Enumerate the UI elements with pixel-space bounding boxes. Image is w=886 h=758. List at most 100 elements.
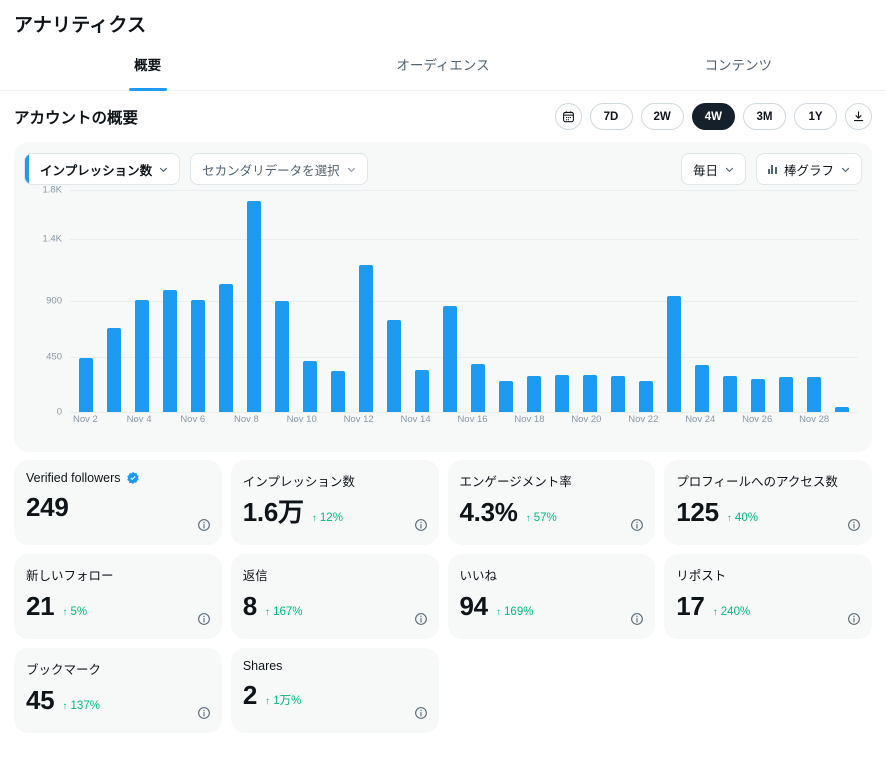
metric-card-spacer xyxy=(664,648,872,733)
tab-content[interactable]: コンテンツ xyxy=(591,49,886,90)
info-icon[interactable] xyxy=(197,518,211,532)
metric-card[interactable]: インプレッション数 1.6万 ↑ 12% xyxy=(230,460,439,545)
metric-card[interactable]: いいね 94 ↑ 169% xyxy=(447,554,656,639)
metric-card[interactable]: リポスト 17 ↑ 240% xyxy=(664,554,872,639)
download-icon[interactable] xyxy=(845,103,872,130)
metric-card-spacer xyxy=(448,648,656,733)
chart-bar[interactable] xyxy=(527,376,541,412)
info-icon[interactable] xyxy=(414,518,428,532)
info-icon[interactable] xyxy=(197,612,211,626)
metric-card[interactable]: 新しいフォロー 21 ↑ 5% xyxy=(14,554,222,639)
info-icon[interactable] xyxy=(630,612,644,626)
chart-bar[interactable] xyxy=(835,407,849,412)
secondary-metric-label: セカンダリデータを選択 xyxy=(202,163,340,178)
tab-overview[interactable]: 概要 xyxy=(0,49,295,91)
range-7d-button[interactable]: 7D xyxy=(589,103,633,130)
chart-bar-slot xyxy=(688,190,716,412)
info-icon[interactable] xyxy=(847,518,861,532)
chart-bar[interactable] xyxy=(79,357,93,412)
chevron-down-icon xyxy=(725,165,734,174)
chart-bar[interactable] xyxy=(415,370,429,412)
metric-card-label: Verified followers xyxy=(26,471,210,485)
secondary-metric-dropdown[interactable]: セカンダリデータを選択 xyxy=(190,153,368,185)
granularity-dropdown[interactable]: 毎日 xyxy=(680,153,746,185)
chart-gridline xyxy=(70,412,858,413)
chart-bar-slot xyxy=(772,190,800,412)
chart-bar[interactable] xyxy=(639,381,653,412)
chart-bar[interactable] xyxy=(499,381,513,412)
primary-metric-dropdown[interactable]: インプレッション数 xyxy=(24,153,181,185)
chart-bar[interactable] xyxy=(471,363,485,412)
chart-bar[interactable] xyxy=(695,365,709,412)
delta-up-arrow-icon: ↑ xyxy=(62,607,68,618)
chart-bar-slot xyxy=(828,190,856,412)
analytics-page: アナリティクス 概要 オーディエンス コンテンツ アカウントの概要 7D 2W … xyxy=(0,0,886,758)
chart-x-slot: Nov 16 xyxy=(457,414,487,432)
delta-up-arrow-icon: ↑ xyxy=(265,696,270,707)
chart-bar[interactable] xyxy=(387,320,401,412)
chart-bar[interactable] xyxy=(667,296,681,412)
tab-audience[interactable]: オーディエンス xyxy=(295,49,590,90)
metric-card[interactable]: エンゲージメント率 4.3% ↑ 57% xyxy=(447,460,656,545)
chart-x-slot: Nov 4 xyxy=(126,414,153,432)
range-1y-button[interactable]: 1Y xyxy=(794,103,837,130)
chart-bar[interactable] xyxy=(443,305,457,412)
chart-bar[interactable] xyxy=(331,371,345,412)
chart-controls-left: インプレッション数 セカンダリデータを選択 xyxy=(24,153,368,185)
metric-card-value: 4.3% xyxy=(459,497,518,527)
metric-card-label-text: ブックマーク xyxy=(26,663,102,677)
page-title: アナリティクス xyxy=(14,15,147,36)
info-icon[interactable] xyxy=(630,518,644,532)
chart-type-dropdown[interactable]: 棒グラフ xyxy=(755,153,862,185)
metric-card-value-row: 21 ↑ 5% xyxy=(26,593,210,619)
chart-bar[interactable] xyxy=(359,265,373,412)
metric-card[interactable]: 返信 8 ↑ 167% xyxy=(230,554,439,639)
chart-bar[interactable] xyxy=(163,289,177,412)
chart-x-slot: Nov 24 xyxy=(685,414,715,432)
chart-bar[interactable] xyxy=(723,376,737,412)
chart-bar[interactable] xyxy=(303,361,317,412)
metric-card[interactable]: Shares 2 ↑ 1万% xyxy=(230,648,439,733)
delta-up-arrow-icon: ↑ xyxy=(712,607,718,618)
chart-bar[interactable] xyxy=(219,283,233,412)
chart-bar[interactable] xyxy=(751,378,765,412)
metric-card-value-row: 1.6万 ↑ 12% xyxy=(243,499,427,525)
chart-bar[interactable] xyxy=(611,376,625,412)
metric-card-label: リポスト xyxy=(676,565,860,584)
chart-bar-slot xyxy=(800,190,828,412)
chart-bar[interactable] xyxy=(191,299,205,412)
chart-bar-slot xyxy=(716,190,744,412)
tab-active-indicator xyxy=(128,87,167,91)
chart-bar[interactable] xyxy=(779,377,793,412)
metric-card[interactable]: ブックマーク 45 ↑ 137% xyxy=(14,648,222,733)
primary-metric-label: インプレッション数 xyxy=(40,163,153,178)
chart-bar[interactable] xyxy=(275,301,289,412)
chart-bar-slot xyxy=(604,190,632,412)
chart-bar[interactable] xyxy=(247,201,261,412)
metric-card-label-text: インプレッション数 xyxy=(242,475,355,489)
chart-y-tick-label: 0 xyxy=(56,406,62,418)
chart-bar[interactable] xyxy=(555,375,569,412)
info-icon[interactable] xyxy=(847,612,861,626)
chart-bar-slot xyxy=(324,190,352,412)
chart-x-tick-label: Nov 8 xyxy=(233,414,259,425)
metric-card[interactable]: プロフィールへのアクセス数 125 ↑ 40% xyxy=(664,460,872,545)
chart-x-slot: Nov 20 xyxy=(571,414,601,432)
chart-bar[interactable] xyxy=(107,328,121,412)
range-4w-button[interactable]: 4W xyxy=(691,103,735,130)
delta-up-arrow-icon: ↑ xyxy=(62,701,68,712)
info-icon[interactable] xyxy=(414,706,428,720)
chart-bar[interactable] xyxy=(807,377,821,412)
metric-card-delta: ↑ 1万% xyxy=(265,695,302,707)
calendar-icon[interactable] xyxy=(554,103,582,130)
chart-bar[interactable] xyxy=(135,299,149,412)
chart-x-tick-label: Nov 22 xyxy=(628,414,659,425)
info-icon[interactable] xyxy=(414,612,428,626)
metric-card[interactable]: Verified followers 249 xyxy=(14,460,222,545)
info-icon[interactable] xyxy=(197,706,211,720)
chart-x-slot: Nov 18 xyxy=(514,414,544,432)
chart-x-slot: Nov 22 xyxy=(628,414,658,432)
range-3m-button[interactable]: 3M xyxy=(743,103,786,130)
chart-bar[interactable] xyxy=(583,375,597,412)
range-2w-button[interactable]: 2W xyxy=(640,103,684,130)
